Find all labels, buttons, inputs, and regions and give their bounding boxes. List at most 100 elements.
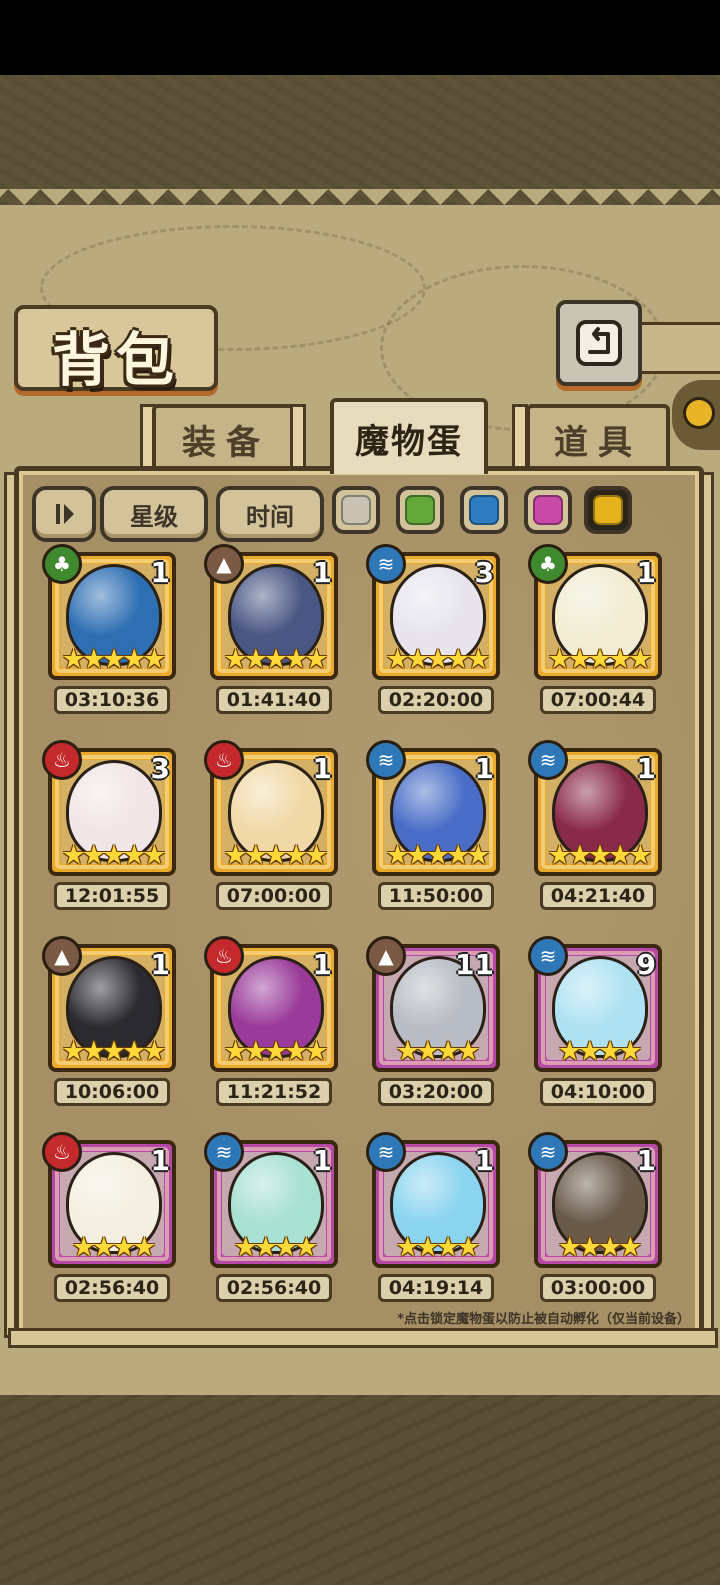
tab-equipment[interactable]: 装备	[152, 404, 300, 470]
egg-card[interactable]: ♨ 3 ★★★★★ 12:01:55	[42, 740, 176, 914]
tab-label: 魔物蛋	[355, 421, 463, 462]
star-rating: ★★★★	[71, 1232, 157, 1263]
fire-element-icon: ♨	[204, 740, 244, 780]
tab-divider	[290, 404, 306, 472]
star-rating: ★★★★★	[385, 840, 490, 871]
egg-count: 11	[455, 948, 494, 981]
swatch-color	[405, 495, 435, 525]
egg-count: 1	[636, 1144, 656, 1177]
back-button[interactable]	[556, 300, 642, 386]
egg-count: 1	[636, 556, 656, 589]
egg-card[interactable]: ≋ 1 ★★★★★ 04:21:40	[528, 740, 662, 914]
egg-card[interactable]: ▲ 1 ★★★★★ 10:06:00	[42, 936, 176, 1110]
star-rating: ★★★★	[557, 1036, 643, 1067]
star-rating: ★★★★	[557, 1232, 643, 1263]
hatch-timer: 02:56:40	[54, 1274, 170, 1302]
egg-card[interactable]: ≋ 1 ★★★★ 03:00:00	[528, 1132, 662, 1306]
sort-by-time-button[interactable]: 时间	[216, 486, 324, 542]
egg-card[interactable]: ♨ 1 ★★★★ 02:56:40	[42, 1132, 176, 1306]
lock-hint-text: *点击锁定魔物蛋以防止被自动孵化（仅当前设备）	[397, 1312, 690, 1327]
egg-count: 1	[312, 948, 332, 981]
star-rating: ★★★★	[395, 1232, 481, 1263]
sort-by-star-button[interactable]: 星级	[100, 486, 208, 542]
return-arrow-icon	[576, 320, 622, 366]
hatch-timer: 04:10:00	[540, 1078, 656, 1106]
hatch-timer: 12:01:55	[54, 882, 170, 910]
egg-count: 3	[474, 556, 494, 589]
page-title: 背包	[51, 326, 180, 394]
tab-monster-eggs[interactable]: 魔物蛋	[330, 398, 488, 474]
earth-element-icon: ▲	[42, 936, 82, 976]
rarity-filter-swatch[interactable]	[396, 486, 444, 534]
star-rating: ★★★★★	[547, 840, 652, 871]
rarity-filter-swatch[interactable]	[332, 486, 380, 534]
water-element-icon: ≋	[528, 936, 568, 976]
swatch-color	[469, 495, 499, 525]
egg-card[interactable]: ♣ 1 ★★★★★ 03:10:36	[42, 544, 176, 718]
egg-card[interactable]: ♨ 1 ★★★★★ 11:21:52	[204, 936, 338, 1110]
water-element-icon: ≋	[366, 740, 406, 780]
star-rating: ★★★★	[233, 1232, 319, 1263]
tab-items[interactable]: 道具	[526, 404, 670, 470]
star-rating: ★★★★★	[385, 644, 490, 675]
water-element-icon: ≋	[528, 740, 568, 780]
hatch-timer: 10:06:00	[54, 1078, 170, 1106]
hatch-timer: 04:19:14	[378, 1274, 494, 1302]
hatch-timer: 04:21:40	[540, 882, 656, 910]
hatch-timer: 11:50:00	[378, 882, 494, 910]
swatch-color	[533, 495, 563, 525]
grass-element-icon: ♣	[42, 544, 82, 584]
back-rail	[630, 322, 720, 374]
egg-card[interactable]: ♨ 1 ★★★★★ 07:00:00	[204, 740, 338, 914]
hatch-timer: 03:10:36	[54, 686, 170, 714]
egg-count: 1	[312, 752, 332, 785]
star-rating: ★★★★★	[223, 840, 328, 871]
water-element-icon: ≋	[204, 1132, 244, 1172]
fire-element-icon: ♨	[204, 936, 244, 976]
egg-count: 1	[312, 556, 332, 589]
rarity-filter-swatch[interactable]	[460, 486, 508, 534]
hatch-timer: 02:56:40	[216, 1274, 332, 1302]
hatch-timer: 03:00:00	[540, 1274, 656, 1302]
egg-count: 1	[312, 1144, 332, 1177]
egg-card[interactable]: ≋ 1 ★★★★ 02:56:40	[204, 1132, 338, 1306]
egg-count: 1	[150, 556, 170, 589]
grass-element-icon: ♣	[528, 544, 568, 584]
panel-rail-bottom	[8, 1328, 718, 1348]
egg-card[interactable]: ≋ 9 ★★★★ 04:10:00	[528, 936, 662, 1110]
egg-card[interactable]: ≋ 1 ★★★★★ 11:50:00	[366, 740, 500, 914]
egg-card[interactable]: ▲ 1 ★★★★★ 01:41:40	[204, 544, 338, 718]
egg-count: 1	[150, 948, 170, 981]
swatch-color	[341, 495, 371, 525]
hatch-timer: 03:20:00	[378, 1078, 494, 1106]
star-rating: ★★★★★	[61, 840, 166, 871]
egg-count: 1	[474, 752, 494, 785]
egg-card[interactable]: ▲ 11 ★★★★ 03:20:00	[366, 936, 500, 1110]
hatch-timer: 07:00:00	[216, 882, 332, 910]
swatch-color	[593, 495, 623, 525]
tab-label: 道具	[554, 422, 642, 463]
egg-count: 1	[150, 1144, 170, 1177]
egg-card[interactable]: ♣ 1 ★★★★★ 07:00:44	[528, 544, 662, 718]
egg-count: 1	[636, 752, 656, 785]
egg-count: 9	[636, 948, 656, 981]
egg-count: 1	[474, 1144, 494, 1177]
sort-order-button[interactable]	[32, 486, 96, 542]
star-rating: ★★★★★	[61, 644, 166, 675]
hatch-timer: 01:41:40	[216, 686, 332, 714]
earth-element-icon: ▲	[204, 544, 244, 584]
water-element-icon: ≋	[366, 1132, 406, 1172]
status-bar-area	[0, 0, 720, 75]
egg-card[interactable]: ≋ 1 ★★★★ 04:19:14	[366, 1132, 500, 1306]
title-plate: 背包	[14, 305, 218, 394]
star-rating: ★★★★★	[61, 1036, 166, 1067]
rarity-filter-swatch[interactable]	[584, 486, 632, 534]
world-map-background-top	[0, 75, 720, 205]
rarity-filter-swatch[interactable]	[524, 486, 572, 534]
egg-count: 3	[150, 752, 170, 785]
hatch-timer: 11:21:52	[216, 1078, 332, 1106]
side-event-icon[interactable]	[672, 380, 720, 450]
world-map-background-bottom	[0, 1395, 720, 1585]
egg-card[interactable]: ≋ 3 ★★★★★ 02:20:00	[366, 544, 500, 718]
star-rating: ★★★★	[395, 1036, 481, 1067]
